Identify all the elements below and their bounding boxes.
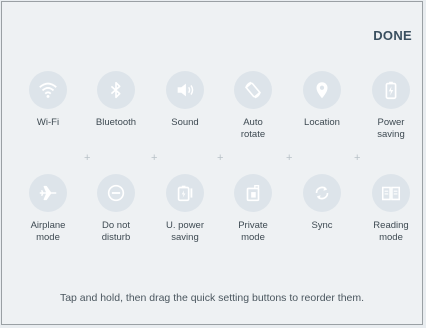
airplane-mode-toggle[interactable]: Airplane mode <box>15 174 81 244</box>
battery-icon <box>372 71 410 109</box>
separator-plus: + <box>354 152 361 164</box>
separator-plus: + <box>151 152 158 164</box>
airplane-icon <box>29 174 67 212</box>
reading-mode-toggle[interactable]: Reading mode <box>358 174 424 244</box>
do-not-disturb-icon <box>97 174 135 212</box>
sync-icon <box>303 174 341 212</box>
location-label: Location <box>304 117 340 128</box>
location-pin-icon <box>303 71 341 109</box>
sync-label: Sync <box>311 220 333 231</box>
separator-plus: + <box>217 152 224 164</box>
separator-plus: + <box>286 152 293 164</box>
location-toggle[interactable]: Location <box>289 71 355 129</box>
sync-toggle[interactable]: Sync <box>289 174 355 232</box>
sound-label: Sound <box>171 117 199 128</box>
u-power-saving-toggle[interactable]: U. power saving <box>152 174 218 244</box>
u-power-saving-label: U. power saving <box>165 220 204 243</box>
quick-settings-editor: DONE Wi-Fi Bluetooth Sound Auto rotate L… <box>1 1 423 325</box>
private-mode-icon <box>234 174 272 212</box>
done-button[interactable]: DONE <box>373 28 412 43</box>
reorder-hint-text: Tap and hold, then drag the quick settin… <box>59 292 365 304</box>
private-mode-label: Private mode <box>238 220 268 243</box>
separator-plus: + <box>84 152 91 164</box>
wifi-label: Wi-Fi <box>36 117 60 128</box>
wifi-toggle[interactable]: Wi-Fi <box>15 71 81 129</box>
sound-toggle[interactable]: Sound <box>152 71 218 129</box>
auto-rotate-label: Auto rotate <box>240 117 266 140</box>
power-saving-toggle[interactable]: Power saving <box>358 71 424 141</box>
ultra-power-saving-icon <box>166 174 204 212</box>
auto-rotate-toggle[interactable]: Auto rotate <box>220 71 286 141</box>
private-mode-toggle[interactable]: Private mode <box>220 174 286 244</box>
reading-mode-label: Reading mode <box>373 220 409 243</box>
rotate-icon <box>234 71 272 109</box>
wifi-icon <box>29 71 67 109</box>
do-not-disturb-label: Do not disturb <box>101 220 131 243</box>
book-icon <box>372 174 410 212</box>
bluetooth-label: Bluetooth <box>95 117 137 128</box>
speaker-icon <box>166 71 204 109</box>
do-not-disturb-toggle[interactable]: Do not disturb <box>83 174 149 244</box>
bluetooth-icon <box>97 71 135 109</box>
airplane-mode-label: Airplane mode <box>30 220 66 243</box>
power-saving-label: Power saving <box>377 117 405 140</box>
bluetooth-toggle[interactable]: Bluetooth <box>83 71 149 129</box>
